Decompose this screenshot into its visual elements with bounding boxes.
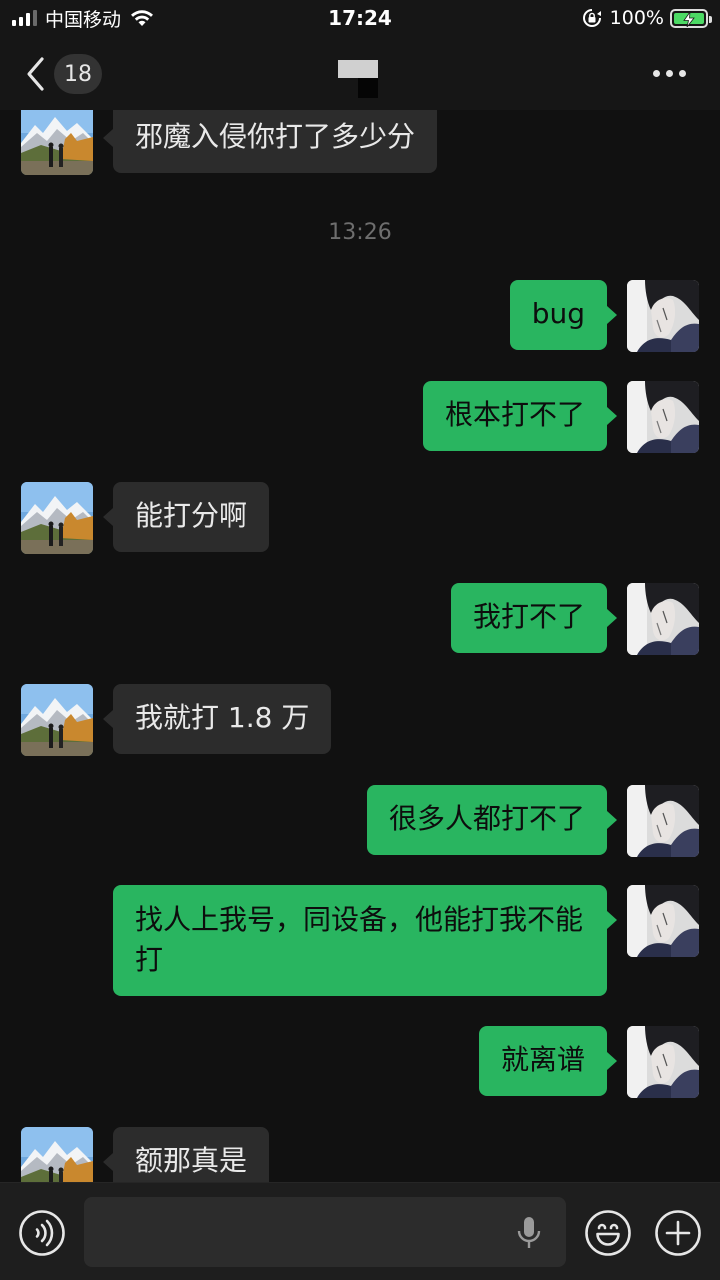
message-bubble-outgoing[interactable]: 找人上我号，同设备，他能打我不能打 xyxy=(113,885,617,996)
my-avatar[interactable] xyxy=(627,381,699,453)
rotation-lock-icon xyxy=(582,9,601,27)
contact-avatar[interactable] xyxy=(21,1127,93,1182)
message-bubble-incoming[interactable]: 我就打 1.8 万 xyxy=(102,684,332,754)
message-input[interactable] xyxy=(84,1197,566,1267)
message-bubble-outgoing[interactable]: 根本打不了 xyxy=(422,381,618,451)
my-avatar[interactable] xyxy=(627,583,699,655)
message-bubble-incoming[interactable]: 能打分啊 xyxy=(102,482,270,552)
message-timestamp: 13:26 xyxy=(328,220,392,245)
status-right: 100% xyxy=(582,6,712,30)
message-bubble-outgoing[interactable]: 就离谱 xyxy=(478,1026,618,1096)
my-avatar[interactable] xyxy=(627,280,699,352)
contact-avatar[interactable] xyxy=(21,684,93,756)
status-bar: 中国移动 17:24 100% xyxy=(0,0,720,36)
my-avatar[interactable] xyxy=(627,1026,699,1098)
message-list: 邪魔入侵你打了多少分 13:26 bug 根本打不了 能打分啊 我打不了 我就打… xyxy=(0,110,720,1182)
back-chevron-icon xyxy=(27,57,44,91)
microphone-icon[interactable] xyxy=(514,1215,544,1251)
battery-charging-icon xyxy=(670,8,712,28)
message-bubble-outgoing[interactable]: 很多人都打不了 xyxy=(366,785,618,855)
more-icon[interactable] xyxy=(649,66,690,81)
voice-icon[interactable] xyxy=(18,1209,66,1257)
message-bubble-incoming[interactable]: 额那真是 xyxy=(102,1127,270,1182)
emoji-icon[interactable] xyxy=(584,1209,632,1257)
message-bubble-outgoing[interactable]: 我打不了 xyxy=(450,583,618,653)
battery-percent: 100% xyxy=(609,7,664,29)
message-bubble-incoming[interactable]: 邪魔入侵你打了多少分 xyxy=(102,110,438,173)
my-avatar[interactable] xyxy=(627,785,699,857)
nav-bar: 18 xyxy=(0,36,720,110)
input-bar xyxy=(0,1182,720,1280)
contact-avatar[interactable] xyxy=(21,110,93,175)
back-button[interactable]: 18 xyxy=(24,54,102,94)
my-avatar[interactable] xyxy=(627,885,699,957)
message-bubble-outgoing[interactable]: bug xyxy=(509,280,618,350)
contact-avatar[interactable] xyxy=(21,482,93,554)
plus-icon[interactable] xyxy=(654,1209,702,1257)
unread-badge: 18 xyxy=(54,54,102,94)
chat-title-blurred xyxy=(338,60,378,98)
